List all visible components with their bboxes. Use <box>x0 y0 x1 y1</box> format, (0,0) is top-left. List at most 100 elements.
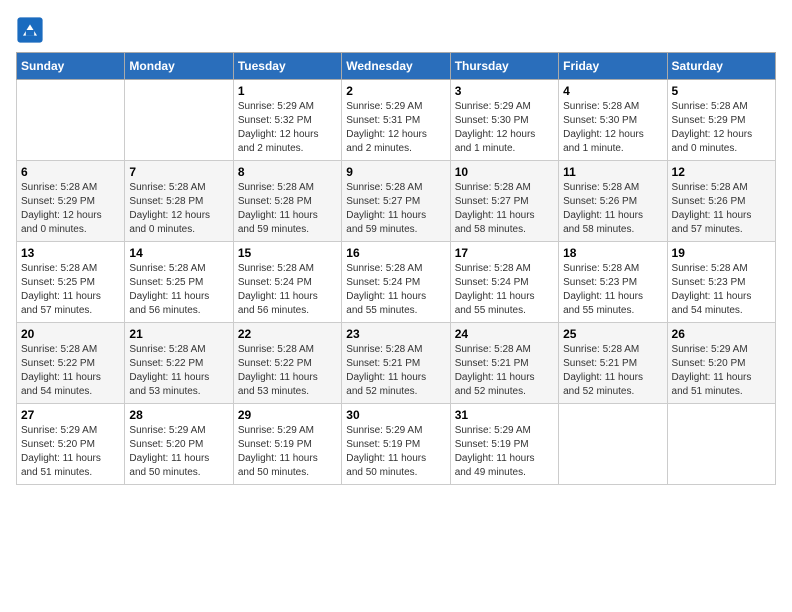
day-info: Sunrise: 5:28 AM Sunset: 5:24 PM Dayligh… <box>346 262 445 318</box>
day-number: 8 <box>238 165 337 179</box>
day-number: 23 <box>346 327 445 341</box>
calendar-cell: 18 Sunrise: 5:28 AM Sunset: 5:23 PM Dayli… <box>559 242 667 323</box>
calendar-week-row: 27 Sunrise: 5:29 AM Sunset: 5:20 PM Dayli… <box>17 404 776 485</box>
day-info: Sunrise: 5:28 AM Sunset: 5:28 PM Dayligh… <box>129 181 228 237</box>
calendar-cell: 9 Sunrise: 5:28 AM Sunset: 5:27 PM Daylig… <box>342 161 450 242</box>
day-info: Sunrise: 5:29 AM Sunset: 5:30 PM Dayligh… <box>455 100 554 156</box>
calendar-cell: 1 Sunrise: 5:29 AM Sunset: 5:32 PM Daylig… <box>233 80 341 161</box>
page-header <box>16 16 776 44</box>
calendar-cell: 5 Sunrise: 5:28 AM Sunset: 5:29 PM Daylig… <box>667 80 775 161</box>
day-number: 12 <box>672 165 771 179</box>
calendar-cell: 6 Sunrise: 5:28 AM Sunset: 5:29 PM Daylig… <box>17 161 125 242</box>
col-header-saturday: Saturday <box>667 53 775 80</box>
day-number: 26 <box>672 327 771 341</box>
calendar-week-row: 6 Sunrise: 5:28 AM Sunset: 5:29 PM Daylig… <box>17 161 776 242</box>
day-info: Sunrise: 5:28 AM Sunset: 5:26 PM Dayligh… <box>563 181 662 237</box>
day-info: Sunrise: 5:28 AM Sunset: 5:29 PM Dayligh… <box>21 181 120 237</box>
calendar-cell: 19 Sunrise: 5:28 AM Sunset: 5:23 PM Dayli… <box>667 242 775 323</box>
day-info: Sunrise: 5:28 AM Sunset: 5:24 PM Dayligh… <box>455 262 554 318</box>
day-number: 11 <box>563 165 662 179</box>
calendar-cell: 7 Sunrise: 5:28 AM Sunset: 5:28 PM Daylig… <box>125 161 233 242</box>
calendar-cell: 16Sunrise: 5:28 AM Sunset: 5:24 PM Dayli… <box>342 242 450 323</box>
calendar-week-row: 20 Sunrise: 5:28 AM Sunset: 5:22 PM Dayli… <box>17 323 776 404</box>
calendar-week-row: 1 Sunrise: 5:29 AM Sunset: 5:32 PM Daylig… <box>17 80 776 161</box>
day-number: 3 <box>455 84 554 98</box>
day-number: 25 <box>563 327 662 341</box>
day-info: Sunrise: 5:29 AM Sunset: 5:19 PM Dayligh… <box>346 424 445 480</box>
day-info: Sunrise: 5:28 AM Sunset: 5:29 PM Dayligh… <box>672 100 771 156</box>
day-info: Sunrise: 5:29 AM Sunset: 5:19 PM Dayligh… <box>455 424 554 480</box>
day-number: 28 <box>129 408 228 422</box>
calendar-cell: 14 Sunrise: 5:28 AM Sunset: 5:25 PM Dayli… <box>125 242 233 323</box>
day-info: Sunrise: 5:28 AM Sunset: 5:24 PM Dayligh… <box>238 262 337 318</box>
calendar-cell: 2 Sunrise: 5:29 AM Sunset: 5:31 PM Daylig… <box>342 80 450 161</box>
day-info: Sunrise: 5:28 AM Sunset: 5:30 PM Dayligh… <box>563 100 662 156</box>
day-number: 27 <box>21 408 120 422</box>
day-info: Sunrise: 5:28 AM Sunset: 5:21 PM Dayligh… <box>346 343 445 399</box>
calendar-cell: 26 Sunrise: 5:29 AM Sunset: 5:20 PM Dayli… <box>667 323 775 404</box>
day-number: 17 <box>455 246 554 260</box>
day-info: Sunrise: 5:29 AM Sunset: 5:19 PM Dayligh… <box>238 424 337 480</box>
day-number: 13 <box>21 246 120 260</box>
day-number: 15 <box>238 246 337 260</box>
calendar-cell: 4 Sunrise: 5:28 AM Sunset: 5:30 PM Daylig… <box>559 80 667 161</box>
day-info: Sunrise: 5:28 AM Sunset: 5:22 PM Dayligh… <box>238 343 337 399</box>
day-number: 1 <box>238 84 337 98</box>
day-number: 9 <box>346 165 445 179</box>
day-info: Sunrise: 5:28 AM Sunset: 5:26 PM Dayligh… <box>672 181 771 237</box>
calendar-cell <box>559 404 667 485</box>
day-number: 7 <box>129 165 228 179</box>
day-number: 24 <box>455 327 554 341</box>
day-info: Sunrise: 5:28 AM Sunset: 5:23 PM Dayligh… <box>563 262 662 318</box>
day-number: 2 <box>346 84 445 98</box>
calendar-cell: 3 Sunrise: 5:29 AM Sunset: 5:30 PM Daylig… <box>450 80 558 161</box>
calendar-cell: 21 Sunrise: 5:28 AM Sunset: 5:22 PM Dayli… <box>125 323 233 404</box>
calendar-cell: 25 Sunrise: 5:28 AM Sunset: 5:21 PM Dayli… <box>559 323 667 404</box>
calendar-cell: 11 Sunrise: 5:28 AM Sunset: 5:26 PM Dayli… <box>559 161 667 242</box>
day-number: 14 <box>129 246 228 260</box>
col-header-tuesday: Tuesday <box>233 53 341 80</box>
day-info: Sunrise: 5:28 AM Sunset: 5:23 PM Dayligh… <box>672 262 771 318</box>
day-number: 4 <box>563 84 662 98</box>
calendar-cell <box>17 80 125 161</box>
day-number: 18 <box>563 246 662 260</box>
col-header-friday: Friday <box>559 53 667 80</box>
day-info: Sunrise: 5:29 AM Sunset: 5:20 PM Dayligh… <box>672 343 771 399</box>
calendar-cell: 29Sunrise: 5:29 AM Sunset: 5:19 PM Dayli… <box>233 404 341 485</box>
calendar-cell: 8Sunrise: 5:28 AM Sunset: 5:28 PM Daylig… <box>233 161 341 242</box>
calendar-cell: 15 Sunrise: 5:28 AM Sunset: 5:24 PM Dayli… <box>233 242 341 323</box>
day-number: 10 <box>455 165 554 179</box>
calendar-cell <box>667 404 775 485</box>
day-info: Sunrise: 5:29 AM Sunset: 5:32 PM Dayligh… <box>238 100 337 156</box>
day-info: Sunrise: 5:28 AM Sunset: 5:25 PM Dayligh… <box>129 262 228 318</box>
day-info: Sunrise: 5:28 AM Sunset: 5:21 PM Dayligh… <box>455 343 554 399</box>
day-number: 19 <box>672 246 771 260</box>
day-info: Sunrise: 5:28 AM Sunset: 5:25 PM Dayligh… <box>21 262 120 318</box>
col-header-wednesday: Wednesday <box>342 53 450 80</box>
calendar-cell <box>125 80 233 161</box>
calendar-cell: 31Sunrise: 5:29 AM Sunset: 5:19 PM Dayli… <box>450 404 558 485</box>
day-info: Sunrise: 5:28 AM Sunset: 5:27 PM Dayligh… <box>455 181 554 237</box>
day-number: 22 <box>238 327 337 341</box>
logo-icon <box>16 16 44 44</box>
day-info: Sunrise: 5:28 AM Sunset: 5:21 PM Dayligh… <box>563 343 662 399</box>
calendar-header-row: SundayMondayTuesdayWednesdayThursdayFrid… <box>17 53 776 80</box>
calendar-cell: 10 Sunrise: 5:28 AM Sunset: 5:27 PM Dayli… <box>450 161 558 242</box>
calendar-cell: 17 Sunrise: 5:28 AM Sunset: 5:24 PM Dayli… <box>450 242 558 323</box>
calendar-table: SundayMondayTuesdayWednesdayThursdayFrid… <box>16 52 776 485</box>
day-number: 5 <box>672 84 771 98</box>
day-number: 21 <box>129 327 228 341</box>
calendar-week-row: 13 Sunrise: 5:28 AM Sunset: 5:25 PM Dayli… <box>17 242 776 323</box>
day-info: Sunrise: 5:28 AM Sunset: 5:27 PM Dayligh… <box>346 181 445 237</box>
day-number: 20 <box>21 327 120 341</box>
day-number: 6 <box>21 165 120 179</box>
day-info: Sunrise: 5:28 AM Sunset: 5:22 PM Dayligh… <box>129 343 228 399</box>
day-info: Sunrise: 5:29 AM Sunset: 5:31 PM Dayligh… <box>346 100 445 156</box>
day-info: Sunrise: 5:29 AM Sunset: 5:20 PM Dayligh… <box>21 424 120 480</box>
calendar-cell: 24 Sunrise: 5:28 AM Sunset: 5:21 PM Dayli… <box>450 323 558 404</box>
calendar-cell: 28Sunrise: 5:29 AM Sunset: 5:20 PM Dayli… <box>125 404 233 485</box>
col-header-thursday: Thursday <box>450 53 558 80</box>
calendar-cell: 27 Sunrise: 5:29 AM Sunset: 5:20 PM Dayli… <box>17 404 125 485</box>
col-header-monday: Monday <box>125 53 233 80</box>
col-header-sunday: Sunday <box>17 53 125 80</box>
